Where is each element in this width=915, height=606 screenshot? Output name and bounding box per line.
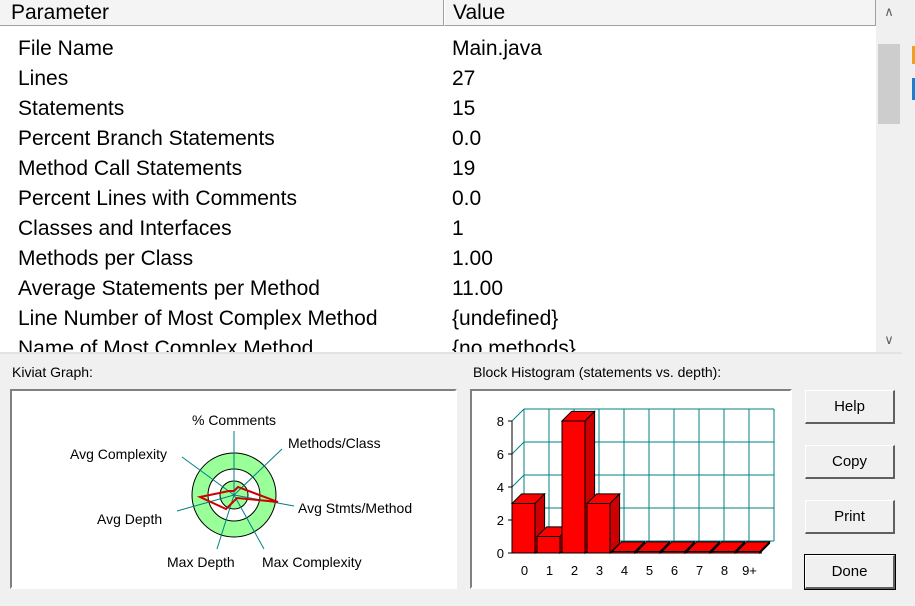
value-cell: {undefined} bbox=[452, 307, 559, 330]
scroll-up-arrow-icon[interactable]: ∧ bbox=[876, 0, 902, 24]
kiviat-axis-label: Avg Depth bbox=[97, 511, 162, 527]
x-tick-label: 5 bbox=[646, 563, 653, 578]
table-row[interactable]: Classes and Interfaces 1 bbox=[0, 214, 876, 244]
table-row[interactable]: Method Call Statements 19 bbox=[0, 154, 876, 184]
parameter-cell: File Name bbox=[18, 37, 114, 60]
kiviat-axis-label: Methods/Class bbox=[288, 435, 381, 451]
kiviat-graph: % Comments Methods/Class Avg Stmts/Metho… bbox=[70, 412, 412, 570]
bar-side bbox=[609, 492, 621, 555]
value-cell: 11.00 bbox=[452, 277, 503, 300]
x-tick-label: 1 bbox=[546, 563, 553, 578]
histogram-panel: 0 2 4 6 8 0 1 2 3 4 5 6 7 8 9+ bbox=[470, 389, 792, 589]
value-cell: 19 bbox=[452, 157, 476, 180]
bar bbox=[686, 551, 711, 554]
kiviat-axis-label: Avg Complexity bbox=[70, 446, 167, 462]
scrollbar-thumb[interactable] bbox=[878, 44, 900, 124]
parameter-cell: Name of Most Complex Method bbox=[18, 337, 314, 352]
block-histogram: 0 2 4 6 8 0 1 2 3 4 5 6 7 8 9+ bbox=[497, 408, 775, 578]
table-row[interactable]: File Name Main.java bbox=[0, 34, 876, 64]
bar bbox=[611, 551, 636, 554]
table-row[interactable]: Line Number of Most Complex Method {undef… bbox=[0, 304, 876, 334]
parameter-cell: Average Statements per Method bbox=[18, 277, 320, 300]
table-row[interactable]: Percent Lines with Comments 0.0 bbox=[0, 184, 876, 214]
window-edge bbox=[902, 0, 915, 606]
value-cell: {no methods} bbox=[452, 337, 576, 352]
grid-line bbox=[511, 474, 525, 488]
column-header-parameter[interactable]: Parameter bbox=[0, 0, 444, 26]
done-button[interactable]: Done bbox=[804, 554, 896, 590]
bar bbox=[636, 551, 661, 554]
table-rows: File Name Main.java Lines 27 Statements 15 Per… bbox=[0, 34, 876, 352]
grid-line bbox=[511, 408, 525, 422]
bar bbox=[586, 503, 611, 554]
table-row[interactable]: Statements 15 bbox=[0, 94, 876, 124]
y-tick-label: 0 bbox=[497, 546, 504, 561]
scroll-down-arrow-icon[interactable]: ∨ bbox=[876, 328, 902, 352]
bar bbox=[561, 420, 586, 554]
copy-button[interactable]: Copy bbox=[805, 445, 895, 479]
parameter-cell: Classes and Interfaces bbox=[18, 217, 232, 240]
print-button[interactable]: Print bbox=[805, 500, 895, 534]
x-tick-label: 9+ bbox=[742, 563, 757, 578]
bar bbox=[511, 503, 536, 554]
histogram-title: Block Histogram (statements vs. depth): bbox=[473, 364, 722, 380]
parameter-cell: Statements bbox=[18, 97, 125, 120]
value-cell: Main.java bbox=[452, 37, 542, 60]
kiviat-axis-label: Avg Stmts/Method bbox=[298, 500, 412, 516]
done-button-label: Done bbox=[831, 563, 868, 580]
x-tick-label: 7 bbox=[696, 563, 703, 578]
table-row[interactable]: Average Statements per Method 11.00 bbox=[0, 274, 876, 304]
parameter-cell: Method Call Statements bbox=[18, 157, 243, 180]
x-tick-label: 3 bbox=[596, 563, 603, 578]
parameter-cell: Lines bbox=[18, 67, 69, 90]
kiviat-axis-label: Max Complexity bbox=[262, 554, 362, 570]
parameter-cell: Percent Lines with Comments bbox=[18, 187, 297, 210]
parameter-cell: Percent Branch Statements bbox=[18, 127, 275, 150]
y-tick-label: 2 bbox=[497, 513, 504, 528]
kiviat-axis-label: Max Depth bbox=[167, 554, 235, 570]
help-button[interactable]: Help bbox=[805, 390, 895, 424]
help-button-label: Help bbox=[834, 398, 865, 415]
bar bbox=[711, 551, 736, 554]
parameter-cell: Line Number of Most Complex Method bbox=[18, 307, 378, 330]
bar bbox=[736, 551, 761, 554]
table-row[interactable]: Methods per Class 1.00 bbox=[0, 244, 876, 274]
parameter-cell: Methods per Class bbox=[18, 247, 194, 270]
table-row[interactable]: Lines 27 bbox=[0, 64, 876, 94]
grid-line bbox=[511, 441, 525, 455]
metrics-table: Parameter Value File Name Main.java Lines 2… bbox=[0, 0, 876, 352]
vertical-scrollbar[interactable]: ∧ ∨ bbox=[876, 0, 902, 352]
value-cell: 27 bbox=[452, 67, 476, 90]
copy-button-label: Copy bbox=[831, 453, 868, 470]
y-tick-label: 6 bbox=[497, 447, 504, 462]
value-cell: 0.0 bbox=[452, 127, 482, 150]
value-cell: 0.0 bbox=[452, 187, 482, 210]
x-tick-label: 2 bbox=[571, 563, 578, 578]
bar bbox=[536, 536, 561, 554]
x-tick-label: 0 bbox=[521, 563, 528, 578]
column-header-value[interactable]: Value bbox=[444, 0, 876, 26]
bar bbox=[661, 551, 686, 554]
table-row[interactable]: Percent Branch Statements 0.0 bbox=[0, 124, 876, 154]
divider bbox=[0, 352, 902, 354]
x-tick-label: 8 bbox=[721, 563, 728, 578]
y-tick-label: 4 bbox=[497, 480, 504, 495]
print-button-label: Print bbox=[834, 508, 865, 525]
value-cell: 1.00 bbox=[452, 247, 493, 270]
value-cell: 1 bbox=[452, 217, 464, 240]
kiviat-axis-label: % Comments bbox=[192, 412, 276, 428]
kiviat-title: Kiviat Graph: bbox=[12, 364, 93, 380]
x-tick-label: 6 bbox=[671, 563, 678, 578]
kiviat-panel: % Comments Methods/Class Avg Stmts/Metho… bbox=[10, 389, 457, 589]
y-tick-label: 8 bbox=[497, 414, 504, 429]
x-tick-label: 4 bbox=[621, 563, 628, 578]
value-cell: 15 bbox=[452, 97, 476, 120]
table-row[interactable]: Name of Most Complex Method {no methods} bbox=[0, 334, 876, 352]
